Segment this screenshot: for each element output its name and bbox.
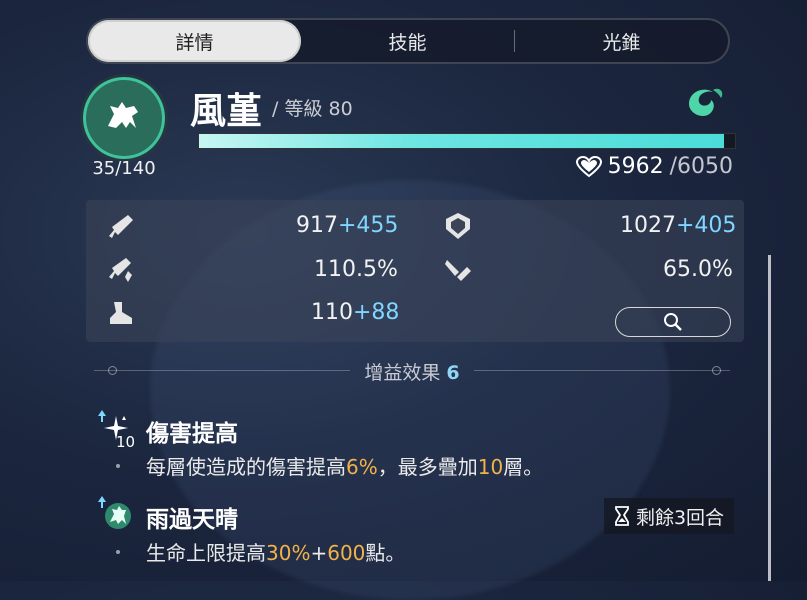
stat-attack-add: +455: [338, 213, 399, 238]
hp-current: 5962: [607, 154, 664, 179]
stat-attack: 917+455: [296, 213, 398, 238]
stat-speed: 110+88: [311, 300, 399, 325]
tab-bar: 詳情 技能 光錐: [86, 18, 730, 64]
desc-text: 層。: [503, 455, 544, 479]
desc-text: ，最多疊加: [377, 455, 478, 479]
buff-name: 雨過天晴: [146, 507, 238, 533]
stat-defense-base: 1027: [620, 213, 676, 238]
sword-icon: [106, 212, 136, 246]
buff-stack-badge: 10: [116, 433, 136, 451]
stat-crit-damage: 110.5%: [314, 257, 398, 282]
desc-text: 每層使造成的傷害提高: [146, 455, 346, 479]
hp-bar: [198, 133, 736, 149]
exp-counter: 35/140: [92, 158, 156, 179]
tab-details[interactable]: 詳情: [88, 20, 301, 62]
character-level: / 等級 80: [272, 98, 353, 120]
stat-effect-res: 65.0%: [663, 257, 733, 282]
healing-horse-icon: [96, 494, 136, 538]
buff-description: 每層使造成的傷害提高6%，最多疊加10層。: [146, 451, 543, 480]
tab-skills[interactable]: 技能: [301, 20, 514, 62]
effect-res-icon: [443, 255, 473, 289]
remaining-turns-text: 剩餘3回合: [635, 506, 725, 529]
stat-detail-button[interactable]: [615, 307, 731, 337]
character-name: 風堇: [190, 91, 263, 132]
wind-element-icon: [683, 82, 727, 126]
tab-light-cone[interactable]: 光錐: [515, 20, 728, 62]
remaining-turns-badge: 剩餘3回合: [604, 498, 734, 534]
hp-bar-fill: [199, 134, 725, 148]
stat-attack-base: 917: [296, 213, 338, 238]
buff-section-title: 增益效果 6: [94, 358, 730, 385]
stat-defense: 1027+405: [620, 213, 736, 238]
scrollbar[interactable]: [768, 255, 771, 581]
desc-text: +: [310, 541, 328, 565]
buff-section-header: 增益效果 6: [94, 356, 730, 386]
hp-max: /6050: [669, 154, 733, 179]
heart-icon: [575, 155, 602, 177]
bullet-dot: [116, 550, 120, 554]
hp-readout: 5962/6050: [575, 154, 733, 179]
stat-speed-add: +88: [353, 300, 400, 325]
desc-text: 點。: [365, 541, 406, 565]
buff-name: 傷害提高: [146, 421, 238, 447]
stat-speed-base: 110: [311, 300, 353, 325]
desc-text: 生命上限提高: [146, 541, 266, 565]
character-emblem[interactable]: [86, 80, 162, 156]
white-horse-icon: [108, 102, 138, 128]
hourglass-icon: [615, 506, 629, 526]
desc-highlight: 30%: [266, 541, 311, 565]
shield-icon: [443, 211, 473, 245]
buff-count: 6: [446, 362, 460, 384]
crit-damage-icon: [106, 255, 136, 289]
buff-description: 生命上限提高30%+600點。: [146, 537, 405, 566]
bullet-dot: [116, 464, 120, 468]
desc-highlight: 10: [477, 455, 504, 479]
search-icon: [664, 313, 682, 331]
desc-highlight: 600: [327, 541, 366, 565]
speed-boot-icon: [106, 298, 136, 332]
stat-defense-add: +405: [676, 213, 737, 238]
buff-title-text: 增益效果: [364, 362, 441, 384]
desc-highlight: 6%: [346, 455, 378, 479]
